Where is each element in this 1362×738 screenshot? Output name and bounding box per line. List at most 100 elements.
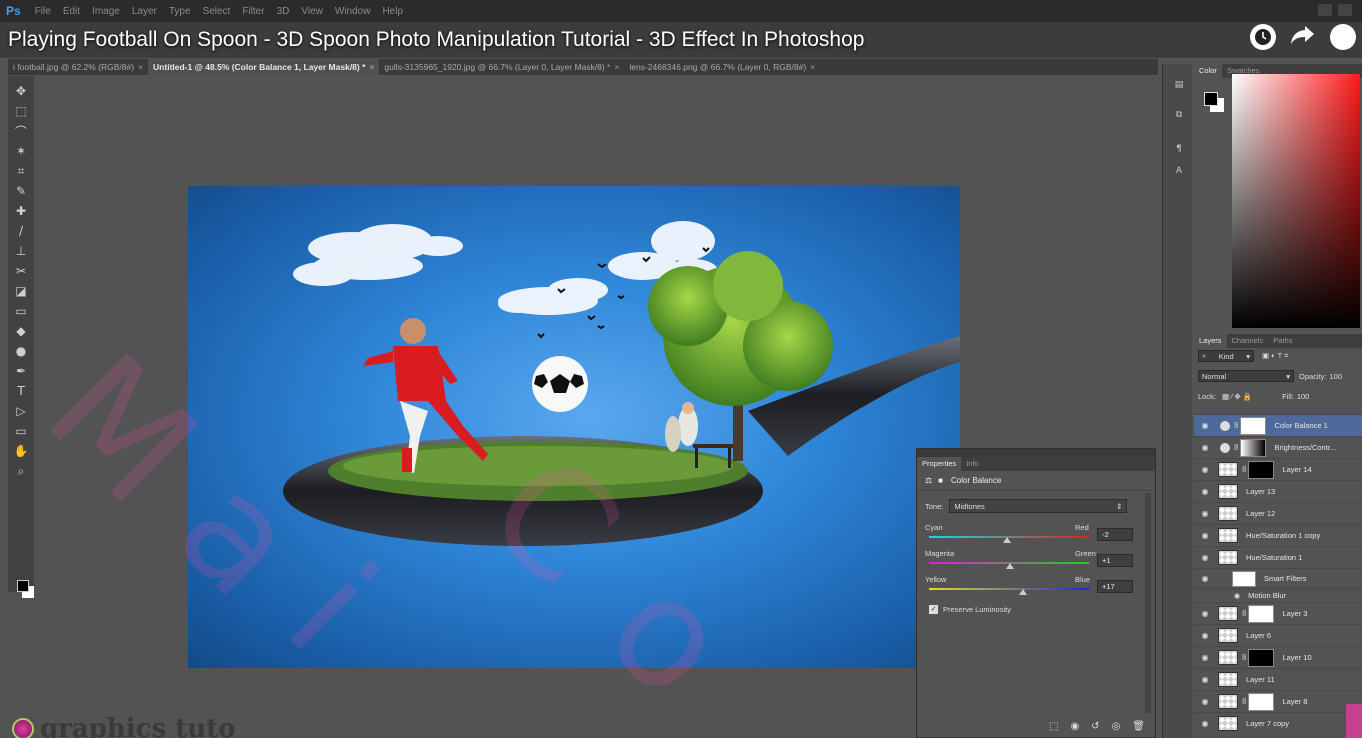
link-icon[interactable]: 8 <box>1242 465 1246 474</box>
menu-help[interactable]: Help <box>382 6 403 17</box>
move-tool-icon[interactable]: ✥ <box>12 82 30 100</box>
pen-tool-icon[interactable]: ✒ <box>12 362 30 380</box>
restore-button[interactable] <box>1338 4 1352 16</box>
layer-row[interactable]: ◉ 8 Layer 10 <box>1194 646 1362 668</box>
type-tool-icon[interactable]: T <box>12 382 30 400</box>
close-icon[interactable]: × <box>810 62 815 72</box>
menu-view[interactable]: View <box>301 6 323 17</box>
crop-tool-icon[interactable]: ⌗ <box>12 162 30 180</box>
eye-icon[interactable]: ◉ <box>1198 719 1212 728</box>
brush-tool-icon[interactable]: / <box>12 222 30 240</box>
filter-type-icons[interactable]: ▣ ◐ T ⌗ <box>1262 351 1288 361</box>
tab-properties[interactable]: Properties <box>917 457 962 471</box>
slider-value-input[interactable]: -2 <box>1097 528 1133 541</box>
checkbox[interactable]: ✓ <box>929 604 938 614</box>
eye-icon[interactable]: ◉ <box>1198 653 1212 662</box>
tab-layers[interactable]: Layers <box>1194 334 1227 348</box>
layer-row[interactable]: ◉ Layer 12 <box>1194 502 1362 524</box>
marquee-tool-icon[interactable]: ⬚ <box>12 102 30 120</box>
layer-mask-thumbnail[interactable] <box>1248 604 1275 623</box>
layer-mask-thumbnail[interactable] <box>1248 460 1275 479</box>
slider-value-input[interactable]: +1 <box>1097 554 1133 567</box>
history-icon[interactable]: ▤ <box>1171 80 1187 94</box>
layer-row[interactable]: ◉ 8 Color Balance 1 <box>1194 414 1362 436</box>
layer-mask-thumbnail[interactable] <box>1240 438 1267 457</box>
menu-image[interactable]: Image <box>92 6 120 17</box>
layer-thumbnail[interactable] <box>1218 462 1238 477</box>
layer-thumbnail[interactable] <box>1218 528 1238 543</box>
link-icon[interactable]: 8 <box>1242 653 1246 662</box>
menu-edit[interactable]: Edit <box>63 6 80 17</box>
close-icon[interactable]: × <box>138 62 143 72</box>
tab-untitled[interactable]: Untitled-1 @ 48.5% (Color Balance 1, Lay… <box>148 59 380 75</box>
blur-tool-icon[interactable]: ◆ <box>12 322 30 340</box>
slider-thumb[interactable] <box>1003 537 1012 543</box>
layer-thumbnail[interactable] <box>1218 484 1238 499</box>
layer-thumbnail[interactable] <box>1218 550 1238 565</box>
reset-icon[interactable]: ↺ <box>1091 721 1099 732</box>
tab-football[interactable]: i football.jpg @ 62.2% (RGB/8#) × <box>8 59 148 75</box>
lasso-tool-icon[interactable]: ⌒ <box>12 122 30 140</box>
zoom-tool-icon[interactable]: ⌕ <box>12 462 30 480</box>
layer-row[interactable]: ◉ Smart Filters <box>1194 568 1362 588</box>
lock-icons[interactable]: ▦ ⁄ ✥ 🔒 <box>1222 392 1252 401</box>
eye-icon[interactable]: ◉ <box>1198 465 1212 474</box>
layer-row[interactable]: ◉ Hue/Saturation 1 copy <box>1194 524 1362 546</box>
actions-icon[interactable]: ⧉ <box>1171 110 1187 124</box>
eye-icon[interactable]: ◉ <box>1198 443 1212 452</box>
layer-thumbnail[interactable] <box>1218 650 1238 665</box>
close-icon[interactable]: × <box>369 62 374 72</box>
eye-icon[interactable]: ◉ <box>1198 531 1212 540</box>
visibility-icon[interactable]: ◎ <box>1112 721 1121 732</box>
mask-icon[interactable]: ■ <box>938 476 943 485</box>
slider-track[interactable] <box>929 588 1089 590</box>
layer-thumbnail[interactable] <box>1218 716 1238 731</box>
foreground-color-swatch[interactable] <box>1204 92 1218 106</box>
hand-tool-icon[interactable]: ✋ <box>12 442 30 460</box>
layer-mask-thumbnail[interactable] <box>1248 648 1275 667</box>
eye-icon[interactable]: ◉ <box>1198 609 1212 618</box>
layer-mask-thumbnail[interactable] <box>1240 416 1267 435</box>
layer-row[interactable]: ◉ 8 Layer 14 <box>1194 458 1362 480</box>
properties-titlebar[interactable] <box>917 449 1155 457</box>
view-previous-icon[interactable]: ◉ <box>1070 721 1079 732</box>
eye-icon[interactable]: ◉ <box>1198 509 1212 518</box>
shape-tool-icon[interactable]: ▭ <box>12 422 30 440</box>
link-icon[interactable]: 8 <box>1234 443 1238 452</box>
layer-row[interactable]: ◉ Layer 13 <box>1194 480 1362 502</box>
preserve-luminosity[interactable]: ✓ Preserve Luminosity <box>917 601 1155 617</box>
layer-thumbnail[interactable] <box>1218 672 1238 687</box>
menu-file[interactable]: File <box>35 6 51 17</box>
foreground-color-swatch[interactable] <box>17 580 29 592</box>
blend-mode-select[interactable]: Normal ▾ <box>1198 370 1294 382</box>
slider-thumb[interactable] <box>1018 589 1027 595</box>
path-select-tool-icon[interactable]: ▷ <box>12 402 30 420</box>
eye-icon[interactable]: ◉ <box>1198 675 1212 684</box>
character-icon[interactable]: A <box>1171 166 1187 180</box>
eyedropper-tool-icon[interactable]: ✎ <box>12 182 30 200</box>
watch-later-icon[interactable] <box>1250 24 1276 50</box>
slider-value-input[interactable]: +17 <box>1097 580 1133 593</box>
layer-row[interactable]: ◉ Hue/Saturation 1 <box>1194 546 1362 568</box>
share-icon[interactable] <box>1290 24 1316 50</box>
eye-icon[interactable]: ◉ <box>1198 574 1212 583</box>
history-brush-tool-icon[interactable]: ✂ <box>12 262 30 280</box>
layer-thumbnail[interactable] <box>1218 694 1238 709</box>
info-icon[interactable] <box>1330 24 1356 50</box>
properties-scrollbar[interactable] <box>1145 493 1151 713</box>
eye-icon[interactable]: ◉ <box>1198 631 1212 640</box>
layer-row[interactable]: ◉ 8 Layer 3 <box>1194 602 1362 624</box>
tab-channels[interactable]: Channels <box>1227 334 1269 348</box>
layer-row[interactable]: ◉ 8 Brightness/Contr... <box>1194 436 1362 458</box>
magic-wand-tool-icon[interactable]: ✶ <box>12 142 30 160</box>
link-icon[interactable]: 8 <box>1234 421 1238 430</box>
menu-3d[interactable]: 3D <box>277 6 290 17</box>
clip-to-layer-icon[interactable]: ⬚ <box>1049 721 1058 732</box>
trash-icon[interactable]: 🗑 <box>1132 721 1145 732</box>
healing-tool-icon[interactable]: ✚ <box>12 202 30 220</box>
menu-filter[interactable]: Filter <box>242 6 264 17</box>
layer-thumbnail[interactable] <box>1218 628 1238 643</box>
tab-paths[interactable]: Paths <box>1268 334 1297 348</box>
tab-color[interactable]: Color <box>1194 64 1222 78</box>
tab-info[interactable]: Info <box>961 457 984 471</box>
